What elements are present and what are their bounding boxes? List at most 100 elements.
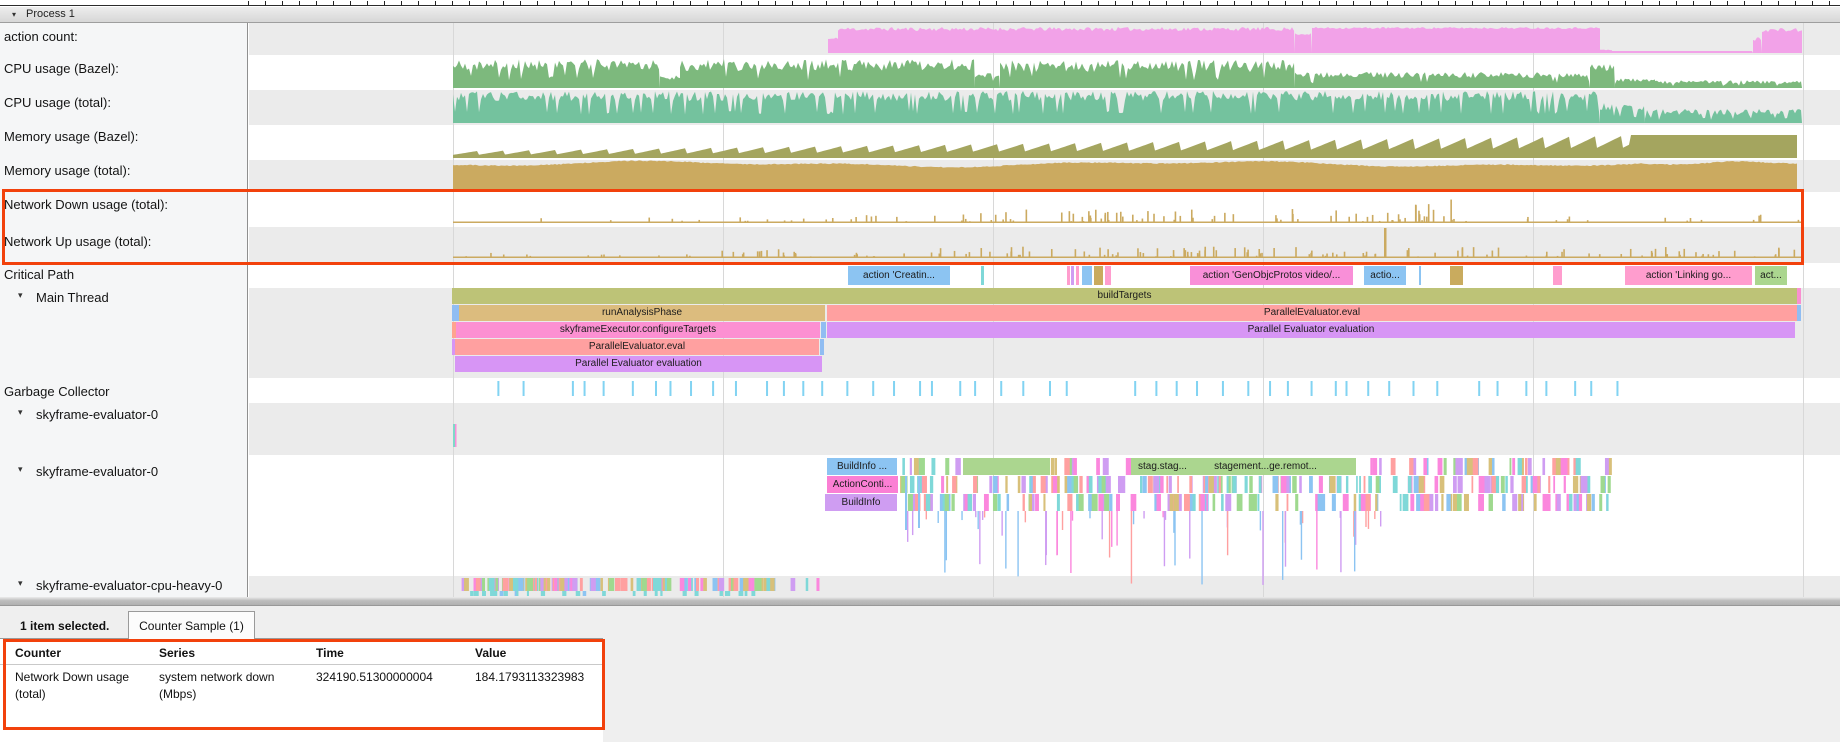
gc-event-tick [1000,381,1002,396]
skyframe-hanging-slice [1189,511,1190,559]
skyframe-task-slice [926,494,930,511]
skyframe-task-slice [997,494,1000,511]
gc-event-tick [1049,381,1051,396]
col-header-series[interactable]: Series [159,646,195,660]
gc-event-tick [572,381,574,396]
cpu-heavy-slice [749,578,752,591]
skyframe-task-slice [1205,476,1208,493]
skyframe-task-slice [1287,494,1289,511]
skyframe-task-slice [1057,494,1060,511]
cpu-heavy-slice [642,578,647,591]
main-thread-span[interactable]: buildTargets [452,288,1797,304]
memory-usage-bazel-chart [453,135,1797,158]
skyframe-task-slice [1599,494,1602,511]
main-thread-span[interactable] [820,339,824,355]
skyframe-task-slice [1605,458,1609,475]
gc-event-tick [1346,381,1348,396]
critical-path-block[interactable] [1076,266,1079,285]
skyframe-hanging-slice [905,476,907,530]
critical-path-block[interactable]: action 'Creatin... [848,266,950,285]
critical-path-block[interactable] [1067,266,1070,285]
skyframe-task-slice [1153,476,1159,493]
col-header-time[interactable]: Time [316,646,344,660]
skyframe-task-slice [922,476,927,493]
critical-path-block[interactable] [981,266,984,285]
gc-event-tick [1574,381,1576,396]
skyframe-task-slice [1573,476,1578,493]
skyframe-hanging-slice [1301,511,1302,560]
skyframe-task-slice [1169,476,1172,493]
cpu-heavy-sub-slice [751,591,755,596]
tab-counter-sample[interactable]: Counter Sample (1) [128,611,255,640]
cpu-heavy-slice [631,578,634,591]
critical-path-block[interactable] [1105,266,1111,285]
skyframe-hanging-slice [1143,511,1144,519]
cpu-heavy-slice [754,578,756,591]
cpu-heavy-slice [615,578,620,591]
skyframe-task-slice [1512,458,1515,475]
main-thread-span[interactable] [1797,288,1801,304]
cpu-heavy-slice [482,578,485,591]
cpu-heavy-slice [554,578,557,591]
skyframe-task-slice [1435,476,1439,493]
skyframe-task-slice [1106,476,1111,493]
main-thread-span[interactable] [1797,305,1801,321]
critical-path-block[interactable]: action 'GenObjcProtos video/... [1190,266,1353,285]
main-thread-span[interactable]: skyframeExecutor.configureTargets [456,322,820,338]
critical-path-block[interactable] [1419,266,1421,285]
counter-table-header: Counter Series Time Value [0,639,603,665]
skyframe-task-slice [1522,476,1527,493]
critical-path-block[interactable] [1082,266,1092,285]
skyframe-task-block[interactable]: BuildInfo ... [827,458,897,475]
skyframe-task-block[interactable]: BuildInfo [825,494,897,511]
cpu-heavy-slice [703,578,707,591]
skyframe-task-slice [1453,458,1455,475]
skyframe-task-slice [1064,458,1069,475]
gc-event-tick [669,381,671,396]
skyframe-task-slice [1245,476,1248,493]
gc-event-tick [1545,381,1547,396]
main-thread-span[interactable] [821,322,826,338]
skyframe-task-slice [1055,458,1057,475]
gc-event-tick [1247,381,1249,396]
skyframe-task-slice [1408,476,1412,493]
gc-event-tick [1066,381,1068,396]
col-header-value[interactable]: Value [475,646,506,660]
skyframe-task-slice [1229,476,1231,493]
gc-event-tick [690,381,692,396]
skyframe-task-slice [1393,476,1398,493]
skyframe-task-slice [973,494,976,511]
critical-path-block[interactable]: act... [1755,266,1787,285]
main-thread-span[interactable]: Parallel Evaluator evaluation [455,356,822,372]
critical-path-block[interactable] [1553,266,1562,285]
cpu-heavy-sub-slice [490,591,494,596]
critical-path-block[interactable]: action 'Linking go... [1625,266,1752,285]
skyframe-staging-block[interactable] [963,458,1050,475]
main-thread-span[interactable]: ParallelEvaluator.eval [827,305,1797,321]
skyframe-hanging-slice [1201,511,1202,584]
critical-path-block[interactable]: actio... [1364,266,1406,285]
main-thread-span[interactable]: ParallelEvaluator.eval [455,339,819,355]
cpu-heavy-slice [489,578,495,591]
skyframe-task-block[interactable]: ActionConti... [827,476,898,493]
skyframe-hanging-slice [1164,511,1165,566]
skyframe-task-slice [1249,476,1252,493]
skyframe-task-slice [1281,476,1287,493]
critical-path-block[interactable] [1071,266,1074,285]
gc-event-tick [1478,381,1480,396]
skyframe-task-slice [1548,476,1550,493]
critical-path-block[interactable] [1450,266,1463,285]
cpu-heavy-slice [464,578,469,591]
gc-event-tick [1590,381,1592,396]
critical-path-block[interactable] [1094,266,1103,285]
skyframe-hanging-slice [926,511,927,519]
skyframe-task-slice [1492,458,1495,475]
skyframe-task-slice [1067,494,1072,511]
main-thread-span[interactable]: Parallel Evaluator evaluation [827,322,1795,338]
main-thread-span[interactable] [452,305,459,321]
col-header-counter[interactable]: Counter [15,646,61,660]
cpu-heavy-sub-slice [482,591,486,596]
cpu-heavy-sub-slice [720,591,723,596]
cell-value: 184.1793113323983 [475,670,584,684]
main-thread-span[interactable]: runAnalysisPhase [459,305,825,321]
